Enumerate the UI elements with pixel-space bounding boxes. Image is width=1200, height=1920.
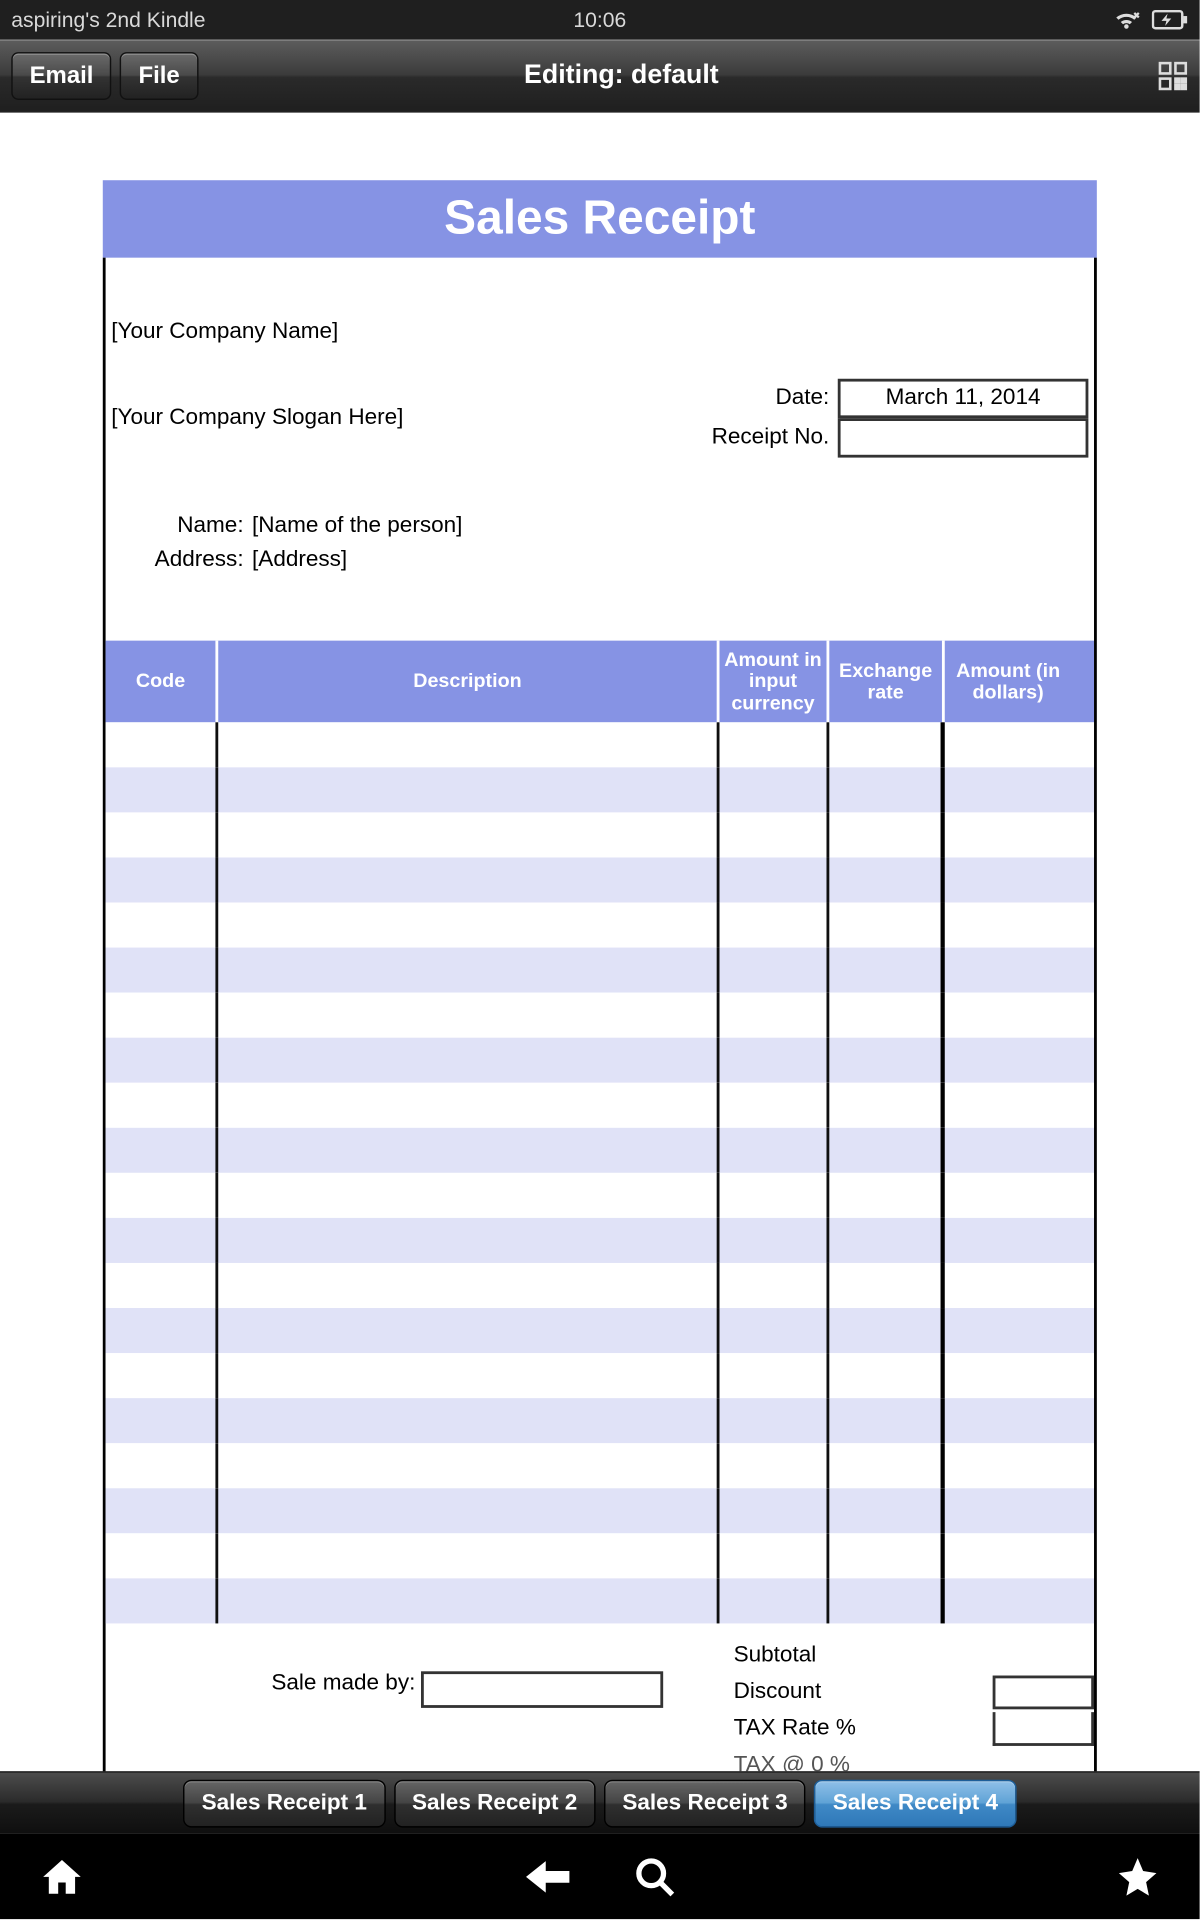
table-row[interactable] xyxy=(106,1534,1094,1579)
date-field[interactable]: March 11, 2014 xyxy=(838,379,1089,418)
name-field[interactable]: [Name of the person] xyxy=(252,514,462,539)
table-row[interactable] xyxy=(106,993,1094,1038)
sale-made-by-label: Sale made by: xyxy=(271,1672,415,1697)
table-row[interactable] xyxy=(106,1173,1094,1218)
table-row[interactable] xyxy=(106,1263,1094,1308)
status-time: 10:06 xyxy=(404,8,796,32)
col-amount-dollars: Amount (in dollars) xyxy=(945,641,1072,723)
table-row[interactable] xyxy=(106,813,1094,858)
sheet-tabs: Sales Receipt 1Sales Receipt 2Sales Rece… xyxy=(0,1771,1200,1833)
receipt-no-field[interactable] xyxy=(838,418,1089,457)
col-code: Code xyxy=(106,641,219,723)
table-row[interactable] xyxy=(106,1083,1094,1128)
table-row[interactable] xyxy=(106,948,1094,993)
table-row[interactable] xyxy=(106,723,1094,768)
table-row[interactable] xyxy=(106,858,1094,903)
discount-field[interactable] xyxy=(993,1676,1094,1710)
subtotal-label: Subtotal xyxy=(734,1643,1094,1668)
table-row[interactable] xyxy=(106,1443,1094,1488)
col-exchange: Exchange rate xyxy=(829,641,944,723)
device-name: aspiring's 2nd Kindle xyxy=(11,8,403,32)
table-row[interactable] xyxy=(106,1308,1094,1353)
name-label: Name: xyxy=(128,514,243,539)
col-amount-input: Amount in input currency xyxy=(719,641,829,723)
col-description: Description xyxy=(218,641,719,723)
tab-sheet-2[interactable]: Sales Receipt 2 xyxy=(394,1779,596,1827)
editing-title: Editing: default xyxy=(94,61,1149,92)
qr-icon[interactable] xyxy=(1157,61,1188,92)
sale-made-by-field[interactable] xyxy=(421,1672,663,1709)
table-row[interactable] xyxy=(106,1218,1094,1263)
table-row[interactable] xyxy=(106,1038,1094,1083)
document-viewport[interactable]: Sales Receipt [Your Company Name] [Your … xyxy=(0,113,1200,1772)
company-name[interactable]: [Your Company Name] xyxy=(111,320,1088,345)
address-label: Address: xyxy=(128,548,243,573)
discount-label: Discount xyxy=(734,1680,993,1705)
company-slogan[interactable]: [Your Company Slogan Here] xyxy=(111,406,711,431)
search-icon[interactable] xyxy=(634,1855,676,1897)
tab-sheet-4[interactable]: Sales Receipt 4 xyxy=(814,1779,1016,1827)
table-row[interactable] xyxy=(106,1488,1094,1533)
table-row[interactable] xyxy=(106,903,1094,948)
receipt-no-label: Receipt No. xyxy=(712,425,838,450)
star-icon[interactable] xyxy=(1115,1854,1160,1899)
table-row[interactable] xyxy=(106,768,1094,813)
tax-rate-field[interactable] xyxy=(993,1712,1094,1746)
status-bar: aspiring's 2nd Kindle 10:06 xyxy=(0,0,1200,39)
table-row[interactable] xyxy=(106,1579,1094,1624)
date-label: Date: xyxy=(775,386,837,411)
tab-sheet-1[interactable]: Sales Receipt 1 xyxy=(183,1779,385,1827)
system-navbar xyxy=(0,1833,1200,1919)
battery-icon xyxy=(1152,8,1189,31)
wifi-icon xyxy=(1112,8,1140,31)
app-toolbar: Email File Editing: default xyxy=(0,39,1200,112)
table-row[interactable] xyxy=(106,1398,1094,1443)
address-field[interactable]: [Address] xyxy=(252,548,347,573)
back-icon[interactable] xyxy=(524,1856,572,1895)
line-items-table: Code Description Amount in input currenc… xyxy=(106,641,1094,1624)
receipt-sheet: Sales Receipt [Your Company Name] [Your … xyxy=(103,180,1097,1771)
table-row[interactable] xyxy=(106,1353,1094,1398)
home-icon[interactable] xyxy=(39,1854,84,1899)
tax-rate-label: TAX Rate % xyxy=(734,1717,993,1742)
receipt-title: Sales Receipt xyxy=(103,180,1097,257)
tab-sheet-3[interactable]: Sales Receipt 3 xyxy=(604,1779,806,1827)
table-row[interactable] xyxy=(106,1128,1094,1173)
tax-at-label: TAX @ 0 % xyxy=(734,1753,1094,1771)
